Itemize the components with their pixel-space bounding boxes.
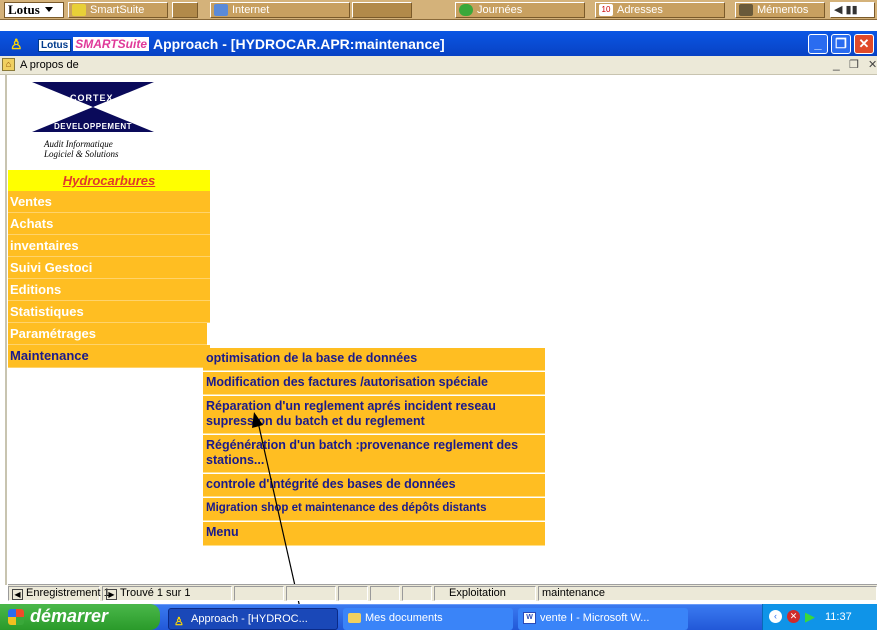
document-close-button[interactable]: ✕ bbox=[868, 58, 877, 71]
spacer-drawer[interactable] bbox=[172, 2, 198, 18]
window-left-border bbox=[5, 75, 7, 585]
menu-item-maintenance[interactable]: Maintenance bbox=[8, 345, 210, 368]
journees-label: Journées bbox=[477, 4, 523, 16]
mode-selector[interactable]: Exploitation bbox=[434, 586, 536, 601]
tray-arrow-icon[interactable]: ‹ bbox=[769, 610, 782, 623]
found-segment[interactable]: ▶ Trouvé 1 sur 1 bbox=[102, 586, 232, 601]
dropdown-icon bbox=[45, 7, 54, 12]
task-documents-label: Mes documents bbox=[365, 612, 443, 624]
menu-item-ventes[interactable]: Ventes bbox=[8, 191, 210, 213]
record-indicator: Enregistrement 1 bbox=[26, 587, 110, 599]
status-bar: ◀ Enregistrement 1 ▶ Trouvé 1 sur 1 Exploi… bbox=[8, 584, 877, 601]
globe-icon bbox=[459, 4, 473, 17]
submenu-modification-factures[interactable]: Modification des factures /autorisation … bbox=[203, 372, 545, 395]
smartsuite-drawer[interactable]: SmartSuite bbox=[68, 2, 168, 18]
find-icon: ▶ bbox=[106, 589, 117, 600]
status-segment-empty-4 bbox=[370, 586, 400, 601]
start-label: démarrer bbox=[30, 606, 109, 626]
lotus-tag: Lotus bbox=[38, 39, 72, 52]
menu-item-achats[interactable]: Achats bbox=[8, 213, 210, 235]
menu-header-hydrocarbures[interactable]: Hydrocarbures bbox=[8, 170, 210, 191]
logo-bottom-word: DEVELOPPEMENT bbox=[54, 122, 133, 131]
annotation-arrow bbox=[252, 412, 301, 609]
adresses-drawer[interactable]: 10 Adresses bbox=[595, 2, 725, 18]
clock[interactable]: 11:37 bbox=[825, 611, 852, 623]
menu-item-parametrages[interactable]: Paramétrages bbox=[8, 323, 207, 345]
maximize-button[interactable]: ❐ bbox=[831, 34, 851, 54]
logo-tagline-1: Audit Informatique bbox=[44, 139, 113, 149]
home-icon[interactable]: ⌂ bbox=[2, 58, 15, 71]
smartsuite-bar: Lotus SmartSuite Internet Journées 10 Adr… bbox=[0, 0, 877, 20]
scroll-drawers-button[interactable]: ◀ ▮▮ bbox=[830, 2, 875, 18]
task-approach[interactable]: ♙ Approach - [HYDROC... bbox=[168, 608, 338, 630]
window-title-bar: ♙ Lotus SMARTSuite Approach - [HYDROCAR.AP… bbox=[0, 31, 877, 56]
blank-drawer-1[interactable] bbox=[352, 2, 412, 18]
logo-top-word: CORTEX bbox=[70, 93, 114, 103]
status-segment-empty-3 bbox=[338, 586, 368, 601]
start-button[interactable]: démarrer bbox=[0, 604, 160, 630]
menu-item-statistiques[interactable]: Statistiques bbox=[8, 301, 210, 323]
windows-logo-icon bbox=[8, 609, 24, 625]
task-mes-documents[interactable]: Mes documents bbox=[343, 608, 513, 630]
address-book-icon bbox=[739, 4, 753, 17]
internet-drawer[interactable]: Internet bbox=[210, 2, 350, 18]
system-tray: ‹ ✕ ▶ 11:37 bbox=[762, 604, 877, 630]
logo-tagline-2: Logiciel & Solutions bbox=[44, 149, 119, 159]
smartsuite-label: SmartSuite bbox=[90, 4, 145, 16]
status-segment-empty-5 bbox=[402, 586, 432, 601]
approach-app-icon[interactable]: ♙ bbox=[10, 36, 26, 52]
status-segment-empty-1 bbox=[234, 586, 284, 601]
task-word-label: vente I - Microsoft W... bbox=[540, 612, 650, 624]
document-minimize-button[interactable]: _ bbox=[833, 57, 840, 71]
record-segment[interactable]: ◀ Enregistrement 1 bbox=[8, 586, 110, 601]
smartsuite-icon bbox=[72, 4, 86, 17]
security-shield-icon[interactable]: ✕ bbox=[787, 610, 800, 623]
status-segment-empty-2 bbox=[286, 586, 336, 601]
menu-item-suivi-gestoci[interactable]: Suivi Gestoci bbox=[8, 257, 210, 279]
internet-label: Internet bbox=[232, 4, 270, 16]
lotus-start-button[interactable]: Lotus bbox=[4, 2, 64, 18]
title-text: Approach - [HYDROCAR.APR:maintenance] bbox=[153, 36, 445, 52]
calendar-icon: 10 bbox=[599, 4, 613, 17]
found-indicator: Trouvé 1 sur 1 bbox=[120, 587, 191, 599]
window-title: Lotus SMARTSuite Approach - [HYDROCAR.APR:… bbox=[38, 36, 445, 52]
approach-icon: ♙ bbox=[174, 616, 184, 628]
view-selector[interactable]: maintenance bbox=[538, 586, 877, 601]
submenu-optimisation[interactable]: optimisation de la base de données bbox=[203, 348, 545, 371]
document-restore-button[interactable]: ❐ bbox=[849, 58, 859, 71]
menu-item-editions[interactable]: Editions bbox=[8, 279, 210, 301]
adresses-label: Adresses bbox=[617, 4, 663, 16]
play-icon[interactable]: ▶ bbox=[805, 609, 815, 625]
task-approach-label: Approach - [HYDROC... bbox=[191, 613, 308, 625]
task-word[interactable]: Wvente I - Microsoft W... bbox=[518, 608, 688, 630]
minimize-button[interactable]: _ bbox=[808, 34, 828, 54]
folder-icon bbox=[348, 613, 361, 623]
mementos-drawer[interactable]: Mémentos bbox=[735, 2, 825, 18]
menu-item-inventaires[interactable]: inventaires bbox=[8, 235, 210, 257]
cortex-logo: CORTEX DEVELOPPEMENT bbox=[32, 82, 154, 132]
close-button[interactable]: ✕ bbox=[854, 34, 874, 54]
journees-drawer[interactable]: Journées bbox=[455, 2, 585, 18]
lotus-label: Lotus bbox=[8, 2, 40, 17]
mementos-label: Mémentos bbox=[757, 4, 809, 16]
record-navigator-icon: ◀ bbox=[12, 589, 23, 600]
internet-icon bbox=[214, 4, 228, 17]
menu-bar: ⌂ A propos de _ ❐ ✕ bbox=[0, 56, 877, 75]
apropos-menu[interactable]: A propos de bbox=[20, 59, 79, 71]
smartsuite-tag: SMARTSuite bbox=[73, 37, 150, 51]
word-icon: W bbox=[523, 612, 536, 624]
